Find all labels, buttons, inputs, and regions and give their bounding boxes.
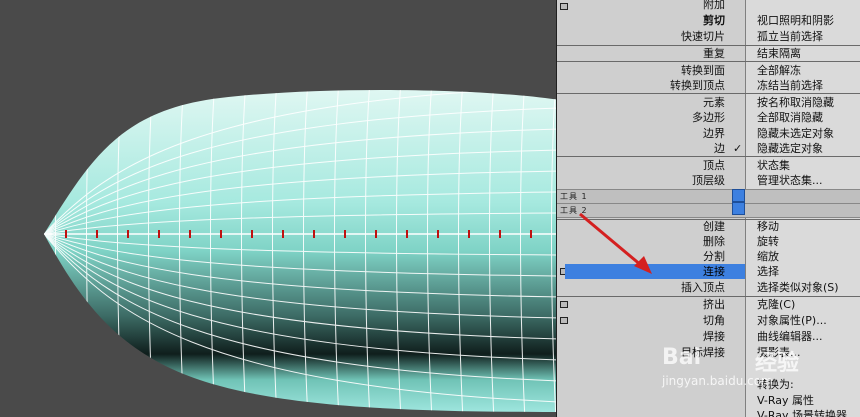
menu-item-divide[interactable]: 分割	[575, 249, 745, 264]
menu-item-scale[interactable]: 缩放	[757, 249, 779, 264]
menu-item-create[interactable]: 创建	[575, 219, 745, 234]
menu-item-isolate[interactable]: 孤立当前选择	[757, 29, 823, 44]
mesh-render	[44, 89, 556, 412]
menu-item-select[interactable]: 选择	[757, 264, 779, 279]
menu-item-freeze[interactable]: 冻结当前选择	[757, 78, 823, 93]
blue-square-icon	[732, 189, 745, 202]
toolbar-tools-2: 工具 2	[557, 203, 860, 218]
menu-item-remove[interactable]: 删除	[575, 234, 745, 249]
menu-item-select-similar[interactable]: 选择类似对象(S)	[757, 280, 839, 295]
menu-item-chamfer[interactable]: 切角	[575, 313, 745, 328]
menu-item-top-level[interactable]: 顶层级	[575, 173, 745, 188]
menu-item-repeat[interactable]: 重复	[575, 46, 745, 61]
menu-item-edge[interactable]: 边	[575, 141, 745, 156]
watermark-brand: Bai	[662, 345, 702, 370]
menu-item-attach[interactable]: 附加	[575, 0, 745, 12]
menu-item-polygon[interactable]: 多边形	[575, 110, 745, 125]
menu-item-cut[interactable]: 剪切	[575, 13, 745, 28]
menu-item-curve-editor[interactable]: 曲线编辑器...	[757, 329, 823, 344]
menu-item-clone[interactable]: 克隆(C)	[757, 297, 795, 312]
menu-item-border[interactable]: 边界	[575, 126, 745, 141]
menu-item-quickslice[interactable]: 快速切片	[575, 29, 745, 44]
menu-item-to-face[interactable]: 转换到面	[575, 63, 745, 78]
menu-square-icon	[560, 317, 568, 324]
menu-item-vray-properties[interactable]: V-Ray 属性	[757, 393, 814, 408]
menu-square-icon	[560, 3, 568, 10]
menu-item-vray-scene-converter[interactable]: V-Ray 场景转换器	[757, 408, 847, 417]
menu-item-viewport-lighting[interactable]: 视口照明和阴影	[757, 13, 834, 28]
toolbar-tools-1: 工具 1	[557, 189, 860, 204]
menu-item-state-sets[interactable]: 状态集	[757, 158, 790, 173]
menu-item-object-properties[interactable]: 对象属性(P)...	[757, 313, 827, 328]
menu-item-insert-vertex[interactable]: 插入顶点	[575, 280, 745, 295]
watermark-brand-cn: 经验	[755, 351, 800, 376]
menu-item-unhide-by-name[interactable]: 按名称取消隐藏	[757, 95, 834, 110]
menu-item-unhide-all[interactable]: 全部取消隐藏	[757, 110, 823, 125]
quad-menu: 工具 1 工具 2 附加 剪切 快速切片 重复 转换到面 转换到顶点 元素 多边…	[556, 0, 860, 417]
menu-item-hide-unselected[interactable]: 隐藏未选定对象	[757, 126, 834, 141]
menu-item-connect[interactable]: 连接	[575, 264, 745, 279]
menu-item-manage-state-sets[interactable]: 管理状态集...	[757, 173, 823, 188]
menu-item-hide-selected[interactable]: 隐藏选定对象	[757, 141, 823, 156]
menu-item-element[interactable]: 元素	[575, 95, 745, 110]
menu-item-end-isolate[interactable]: 结束隔离	[757, 46, 801, 61]
menu-square-icon	[560, 301, 568, 308]
watermark-url: jingyan.baidu.com	[662, 374, 773, 388]
menu-item-target-weld[interactable]: 目标焊接	[575, 345, 745, 360]
menu-item-rotate[interactable]: 旋转	[757, 234, 779, 249]
menu-item-move[interactable]: 移动	[757, 219, 779, 234]
check-icon: ✓	[733, 142, 743, 155]
3d-viewport[interactable]	[0, 0, 556, 417]
menu-item-unfreeze-all[interactable]: 全部解冻	[757, 63, 801, 78]
menu-item-vertex[interactable]: 顶点	[575, 158, 745, 173]
menu-item-extrude[interactable]: 挤出	[575, 297, 745, 312]
menu-item-weld[interactable]: 焊接	[575, 329, 745, 344]
menu-item-to-vertex[interactable]: 转换到顶点	[575, 78, 745, 93]
blue-square-icon	[732, 202, 745, 215]
